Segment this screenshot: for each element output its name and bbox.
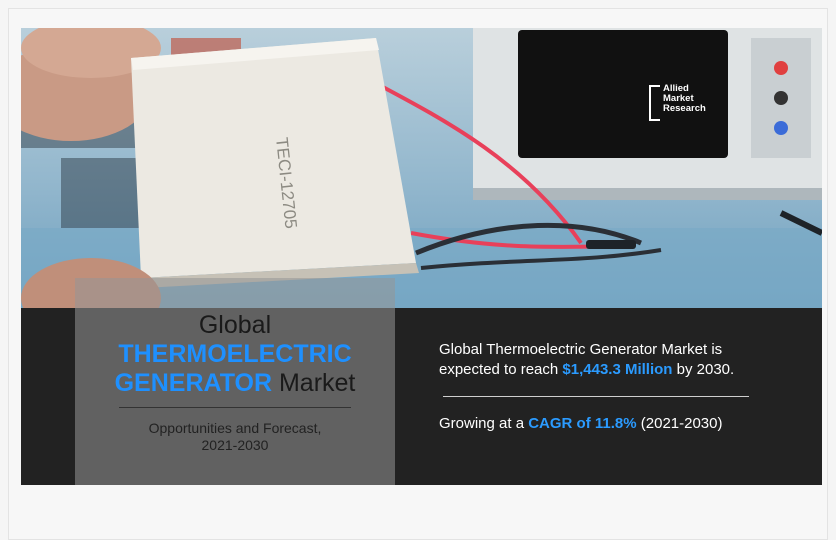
logo-bracket-icon [649, 85, 660, 121]
growth-prefix: Growing at a [439, 415, 529, 432]
stats-line-1: Global Thermoelectric Generator Market i… [439, 341, 723, 358]
cagr-value: CAGR of 11.8% [528, 415, 637, 432]
panel-divider [119, 407, 351, 408]
growth-suffix: (2021-2030) [636, 415, 723, 432]
logo-line-3: Research [663, 103, 706, 114]
panel-subtitle-line1: Opportunities and Forecast, [148, 420, 322, 436]
stats-line-2-prefix: expected to reach [439, 361, 563, 378]
title-panel: Global THERMOELECTRIC GENERATOR Market O… [75, 308, 395, 485]
market-banner-image: TECI-12705 Allied Market Research Global… [21, 28, 822, 485]
stats-line-2: expected to reach $1,443.3 Million by 20… [439, 360, 809, 380]
panel-title-thermoelectric: THERMOELECTRIC [118, 340, 352, 368]
panel-title-market: Market [272, 369, 356, 397]
stats-line-2-suffix: by 2030. [672, 361, 735, 378]
panel-title-global: Global [198, 311, 272, 339]
growth-line: Growing at a CAGR of 11.8% (2021-2030) [439, 414, 809, 434]
panel-title-line3: GENERATOR Market [75, 369, 395, 398]
panel-title-generator: GENERATOR [114, 369, 273, 397]
stats-divider [443, 396, 749, 397]
photo-illustration: TECI-12705 [21, 28, 822, 308]
panel-subtitle-line2: 2021-2030 [201, 437, 269, 453]
market-value: $1,443.3 Million [562, 361, 673, 378]
market-stats: Global Thermoelectric Generator Market i… [439, 340, 809, 434]
thermoelectric-module-photo: TECI-12705 Allied Market Research [21, 28, 822, 308]
allied-market-research-logo: Allied Market Research [649, 84, 706, 121]
